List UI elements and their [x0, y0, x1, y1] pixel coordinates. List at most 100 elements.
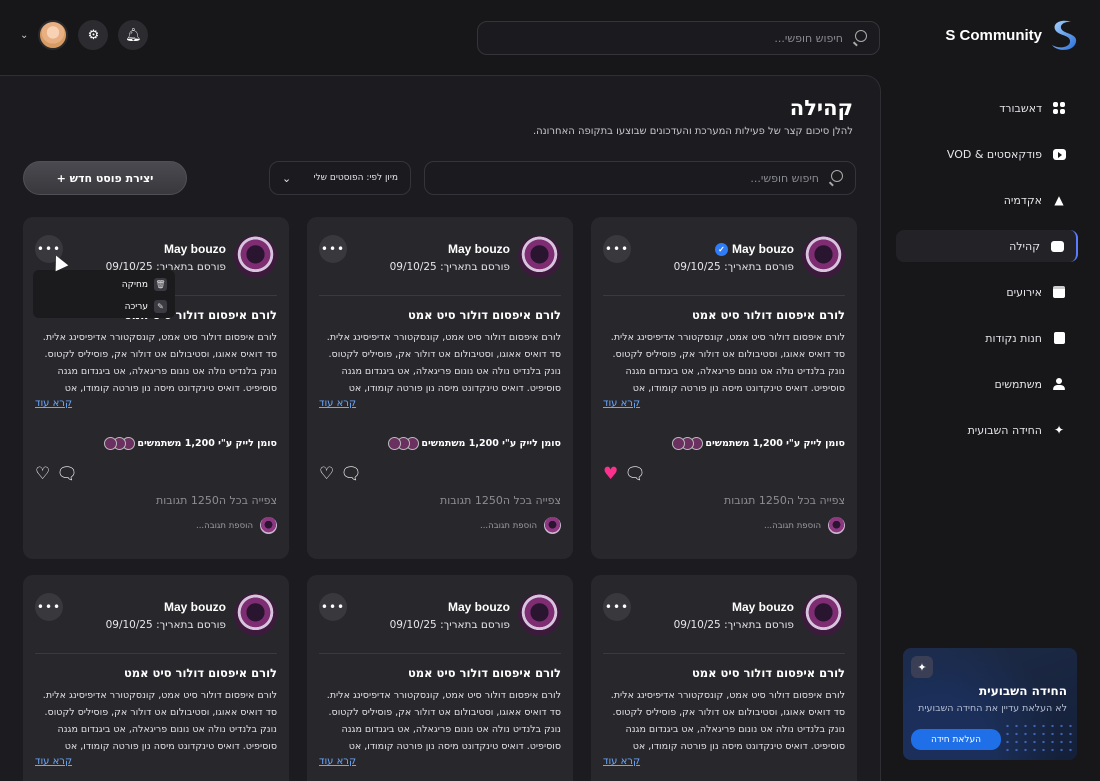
- post-card: May bouzo פורסם בתאריך: 09/10/25 ••• לור…: [23, 217, 289, 559]
- divider: [35, 653, 277, 654]
- read-more-link[interactable]: קרא עוד: [319, 398, 561, 409]
- sort-dropdown[interactable]: מיון לפי: הפוסטים שלי ⌄: [269, 161, 411, 195]
- post-header: May bouzo פורסם בתאריך: 09/10/25 •••: [319, 235, 561, 295]
- feed-search-bar[interactable]: [424, 161, 856, 195]
- comment-icon[interactable]: 🗨︎: [56, 465, 78, 483]
- sidebar-item-events[interactable]: אירועים: [896, 276, 1078, 308]
- delete-menu-item[interactable]: 🗑︎ מחיקה: [41, 275, 167, 294]
- post-card: May bouzo פורסם בתאריך: 09/10/25 ••• לור…: [23, 575, 289, 781]
- reply-input[interactable]: הוספת תגובה...: [480, 521, 537, 531]
- more-options-button[interactable]: •••: [319, 235, 347, 263]
- user-avatar[interactable]: [38, 20, 69, 50]
- sidebar-item-dashboard[interactable]: דאשבורד: [896, 92, 1078, 124]
- feed-search-input[interactable]: [437, 171, 819, 185]
- divider: [603, 295, 845, 296]
- likes-summary[interactable]: סומן לייק ע"י 1,200 משתמשים: [319, 437, 561, 450]
- read-more-link[interactable]: קרא עוד: [35, 398, 277, 409]
- read-more-link[interactable]: קרא עוד: [603, 756, 845, 767]
- search-icon: [827, 170, 843, 186]
- video-icon: [1052, 147, 1066, 161]
- view-all-comments[interactable]: צפייה בכל ה1250 תגובות: [603, 494, 845, 507]
- sidebar-item-academy[interactable]: ▲ אקדמיה: [896, 184, 1078, 216]
- edit-label: עריכה: [124, 301, 148, 312]
- heart-icon[interactable]: ♥: [603, 465, 618, 483]
- comment-icon[interactable]: 🗨︎: [340, 465, 362, 483]
- sidebar-item-users[interactable]: משתמשים: [896, 368, 1078, 400]
- academy-icon: ▲: [1054, 193, 1064, 207]
- sidebar-item-community[interactable]: קהילה: [896, 230, 1078, 262]
- calendar-icon: [1052, 285, 1066, 299]
- likes-summary[interactable]: סומן לייק ע"י 1,200 משתמשים: [603, 437, 845, 450]
- sidebar-item-label: אקדמיה: [1003, 193, 1042, 207]
- chevron-down-icon[interactable]: ⌄: [20, 30, 28, 41]
- author-name[interactable]: May bouzo: [164, 242, 226, 256]
- author-name[interactable]: May bouzo ✓: [715, 242, 794, 256]
- author-avatar[interactable]: [518, 235, 561, 278]
- post-card: May bouzo ✓ פורסם בתאריך: 09/10/25 ••• ל…: [591, 217, 857, 559]
- post-date: פורסם בתאריך: 09/10/25: [673, 261, 794, 273]
- author-name-text: May bouzo: [164, 600, 226, 614]
- read-more-link[interactable]: קרא עוד: [35, 756, 277, 767]
- post-title: לורם איפסום דולור סיט אמט: [692, 308, 845, 322]
- author-avatar[interactable]: [802, 593, 845, 636]
- magic-wand-icon: ✦: [911, 656, 933, 678]
- author-avatar[interactable]: [234, 593, 277, 636]
- comment-icon[interactable]: 🗨︎: [624, 465, 646, 483]
- likes-summary[interactable]: סומן לייק ע"י 1,200 משתמשים: [35, 437, 277, 450]
- post-title: לורם איפסום דולור סיט אמט: [408, 308, 561, 322]
- author-avatar[interactable]: [802, 235, 845, 278]
- author-avatar[interactable]: [234, 235, 277, 278]
- post-card: May bouzo פורסם בתאריך: 09/10/25 ••• לור…: [307, 217, 573, 559]
- brand-logo[interactable]: S Community: [945, 18, 1078, 52]
- settings-button[interactable]: ⚙: [78, 20, 109, 50]
- heart-icon[interactable]: ♡: [35, 465, 50, 483]
- bell-icon: 🔔︎: [125, 27, 142, 43]
- sidebar-item-label: קהילה: [1009, 239, 1040, 253]
- notifications-button[interactable]: 🔔︎: [118, 20, 149, 50]
- liker-avatars: [104, 437, 136, 450]
- post-title: לורם איפסום דולור סיט אמט: [124, 666, 277, 680]
- read-more-link[interactable]: קרא עוד: [319, 756, 561, 767]
- global-search-bar[interactable]: [477, 21, 880, 55]
- bag-icon: [1052, 331, 1066, 345]
- post-date: פורסם בתאריך: 09/10/25: [105, 619, 226, 631]
- upload-riddle-button[interactable]: העלאת חידה: [911, 729, 1001, 750]
- read-more-link[interactable]: קרא עוד: [603, 398, 845, 409]
- edit-menu-item[interactable]: ✎ עריכה: [41, 297, 167, 316]
- view-all-comments[interactable]: צפייה בכל ה1250 תגובות: [35, 494, 277, 507]
- more-options-button[interactable]: •••: [603, 593, 631, 621]
- author-name[interactable]: May bouzo: [164, 600, 226, 614]
- create-post-button[interactable]: יצירת פוסט חדש +: [23, 161, 187, 195]
- more-options-button[interactable]: •••: [603, 235, 631, 263]
- more-options-button[interactable]: •••: [35, 593, 63, 621]
- author-name[interactable]: May bouzo: [732, 600, 794, 614]
- sidebar-item-points-store[interactable]: חנות נקודות: [896, 322, 1078, 354]
- riddle-subtitle: לא העלאת עדיין את החידה השבועית: [918, 703, 1067, 714]
- reply-input[interactable]: הוספת תגובה...: [196, 521, 253, 531]
- likes-text: סומן לייק ע"י 1,200 משתמשים: [421, 438, 561, 449]
- post-actions: 🗨︎ ♡: [319, 464, 561, 484]
- sidebar-item-label: דאשבורד: [999, 101, 1042, 115]
- sidebar-nav: דאשבורד פודקאסטים & VOD ▲ אקדמיה קהילה א…: [896, 92, 1078, 460]
- post-context-menu: 🗑︎ מחיקה ✎ עריכה: [33, 270, 175, 318]
- weekly-riddle-card: ✦ החידה השבועית לא העלאת עדיין את החידה …: [903, 648, 1077, 760]
- brand-name: S Community: [945, 26, 1042, 44]
- author-avatar[interactable]: [518, 593, 561, 636]
- search-icon: [851, 30, 867, 46]
- sidebar-item-label: אירועים: [1006, 285, 1042, 299]
- sidebar-item-podcasts[interactable]: פודקאסטים & VOD: [896, 138, 1078, 170]
- global-search-input[interactable]: [490, 31, 843, 45]
- reply-row: הוספת תגובה...: [319, 517, 561, 534]
- view-all-comments[interactable]: צפייה בכל ה1250 תגובות: [319, 494, 561, 507]
- sort-label: מיון לפי: הפוסטים שלי: [313, 173, 398, 183]
- post-title: לורם איפסום דולור סיט אמט: [408, 666, 561, 680]
- divider: [319, 295, 561, 296]
- heart-icon[interactable]: ♡: [319, 465, 334, 483]
- sidebar-item-weekly-riddle[interactable]: ✦ החידה השבועית: [896, 414, 1078, 446]
- author-name[interactable]: May bouzo: [448, 242, 510, 256]
- top-controls: ⌄ ⚙ 🔔︎: [20, 20, 149, 50]
- reply-input[interactable]: הוספת תגובה...: [764, 521, 821, 531]
- dashboard-icon: [1052, 101, 1066, 115]
- author-name[interactable]: May bouzo: [448, 600, 510, 614]
- more-options-button[interactable]: •••: [319, 593, 347, 621]
